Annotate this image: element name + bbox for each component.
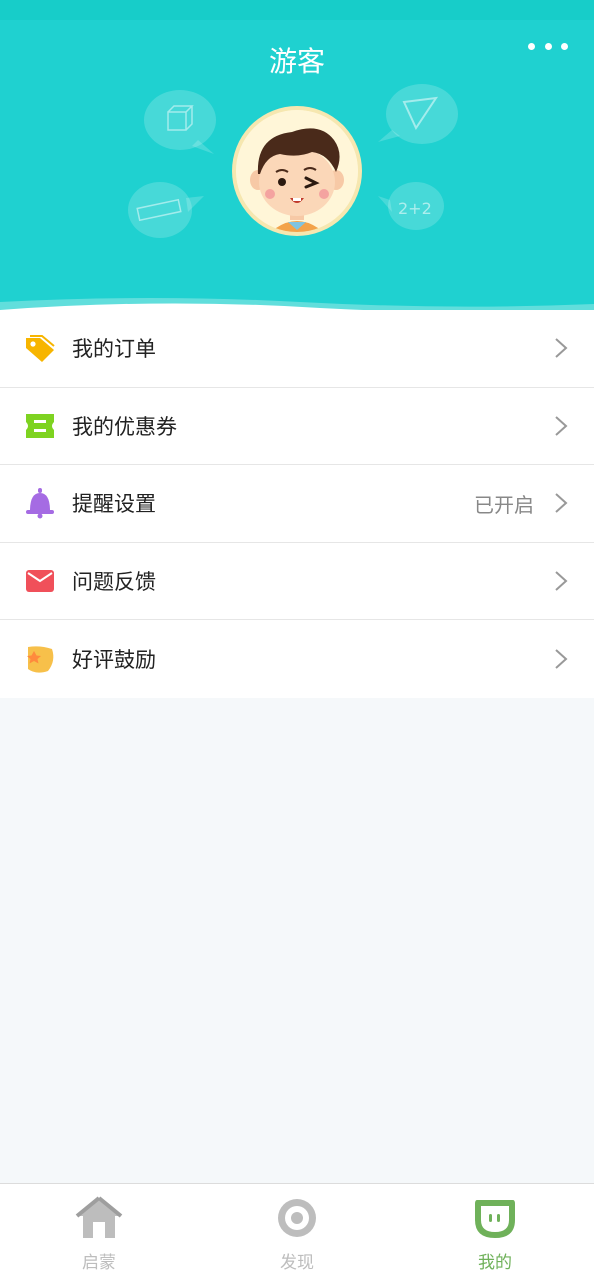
- status-bar: [0, 0, 594, 20]
- ruler-bubble-icon: [128, 182, 204, 238]
- home-icon: [75, 1196, 123, 1238]
- bell-icon: [26, 488, 54, 519]
- math-bubble-icon: 2+2: [378, 182, 444, 230]
- svg-text:2+2: 2+2: [398, 199, 432, 218]
- menu-item-status: 已开启: [474, 492, 534, 517]
- price-tag-icon: [26, 335, 55, 363]
- menu-list: 我的订单 我的优惠券 提醒设置 已开启 问题反馈 好评鼓励: [0, 310, 594, 698]
- tab-label: 启蒙: [82, 1253, 116, 1273]
- menu-item-orders[interactable]: 我的订单: [0, 310, 594, 388]
- triangle-ruler-bubble-icon: [378, 84, 458, 144]
- chevron-right-icon: [555, 649, 568, 669]
- chevron-right-icon: [555, 493, 568, 514]
- menu-item-feedback[interactable]: 问题反馈: [0, 542, 594, 621]
- menu-item-label: 提醒设置: [72, 492, 156, 517]
- menu-item-label: 我的订单: [72, 337, 156, 362]
- coupon-icon: [26, 413, 54, 438]
- more-dots-icon[interactable]: [528, 38, 568, 54]
- tab-mine[interactable]: 我的: [396, 1184, 594, 1280]
- menu-item-rating[interactable]: 好评鼓励: [0, 620, 594, 698]
- menu-item-coupons[interactable]: 我的优惠券: [0, 387, 594, 466]
- profile-icon: [475, 1200, 515, 1238]
- menu-item-reminder[interactable]: 提醒设置 已开启: [0, 465, 594, 543]
- discover-icon: [278, 1199, 316, 1237]
- chevron-right-icon: [555, 416, 568, 436]
- bottom-tab-bar: 启蒙 发现 我的: [0, 1183, 594, 1280]
- page-title: 游客: [268, 45, 325, 78]
- menu-item-label: 好评鼓励: [72, 648, 156, 673]
- tab-label: 发现: [280, 1253, 314, 1273]
- menu-item-label: 我的优惠券: [72, 414, 177, 439]
- chevron-right-icon: [555, 571, 568, 591]
- avatar[interactable]: [232, 106, 362, 236]
- profile-header: 游客 2+2: [0, 20, 594, 310]
- boy-avatar-icon: [236, 110, 358, 232]
- menu-item-label: 问题反馈: [72, 570, 156, 595]
- cube-bubble-icon: [144, 90, 216, 154]
- tab-discover[interactable]: 发现: [198, 1184, 396, 1280]
- chevron-right-icon: [555, 338, 568, 359]
- tab-label: 我的: [478, 1253, 512, 1273]
- mail-icon: [26, 570, 54, 593]
- tab-enlightenment[interactable]: 启蒙: [0, 1184, 198, 1280]
- star-badge-icon: [27, 646, 54, 673]
